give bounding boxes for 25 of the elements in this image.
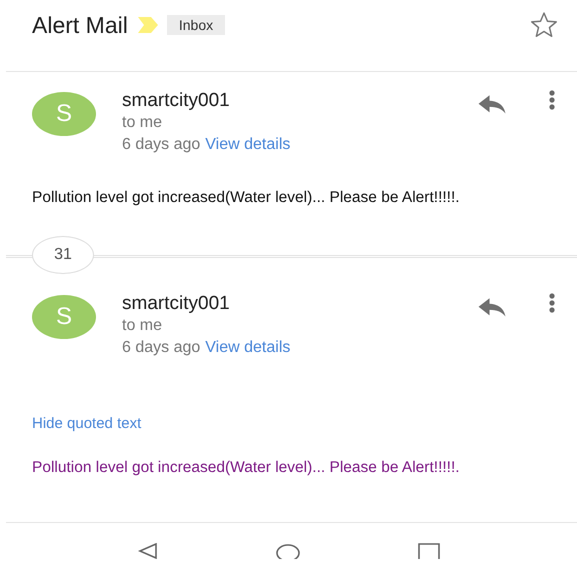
more-options-icon[interactable] [549,293,555,313]
view-details-link[interactable]: View details [205,134,290,156]
recipient-text: to me [122,316,164,336]
inbox-label[interactable]: Inbox [166,15,226,35]
view-details-link[interactable]: View details [205,337,290,359]
email-subject: Alert Mail [32,12,128,38]
avatar: S [32,92,96,136]
recents-icon[interactable] [418,543,440,559]
sender-name: smartcity001 [122,90,231,112]
back-icon[interactable] [138,543,158,559]
star-icon[interactable] [529,10,559,40]
importance-marker-icon[interactable] [136,16,159,34]
reply-icon[interactable] [477,94,507,116]
avatar: S [32,295,96,339]
reply-icon[interactable] [477,297,507,319]
timestamp: 6 days ago [122,135,200,155]
sender-name: smartcity001 [122,293,231,315]
message-body: Pollution level got increased(Water level)... Please be Alert!!!!!. [32,460,461,476]
timestamp: 6 days ago [122,338,200,358]
message-body: Pollution level got increased(Water level)... Please be Alert!!!!!. [32,190,461,206]
recipient-text: to me [122,113,164,133]
collapsed-messages-count[interactable]: 31 [32,236,94,274]
more-options-icon[interactable] [549,90,555,110]
hide-quoted-text-link[interactable]: Hide quoted text [32,415,142,432]
home-icon[interactable] [276,543,300,559]
